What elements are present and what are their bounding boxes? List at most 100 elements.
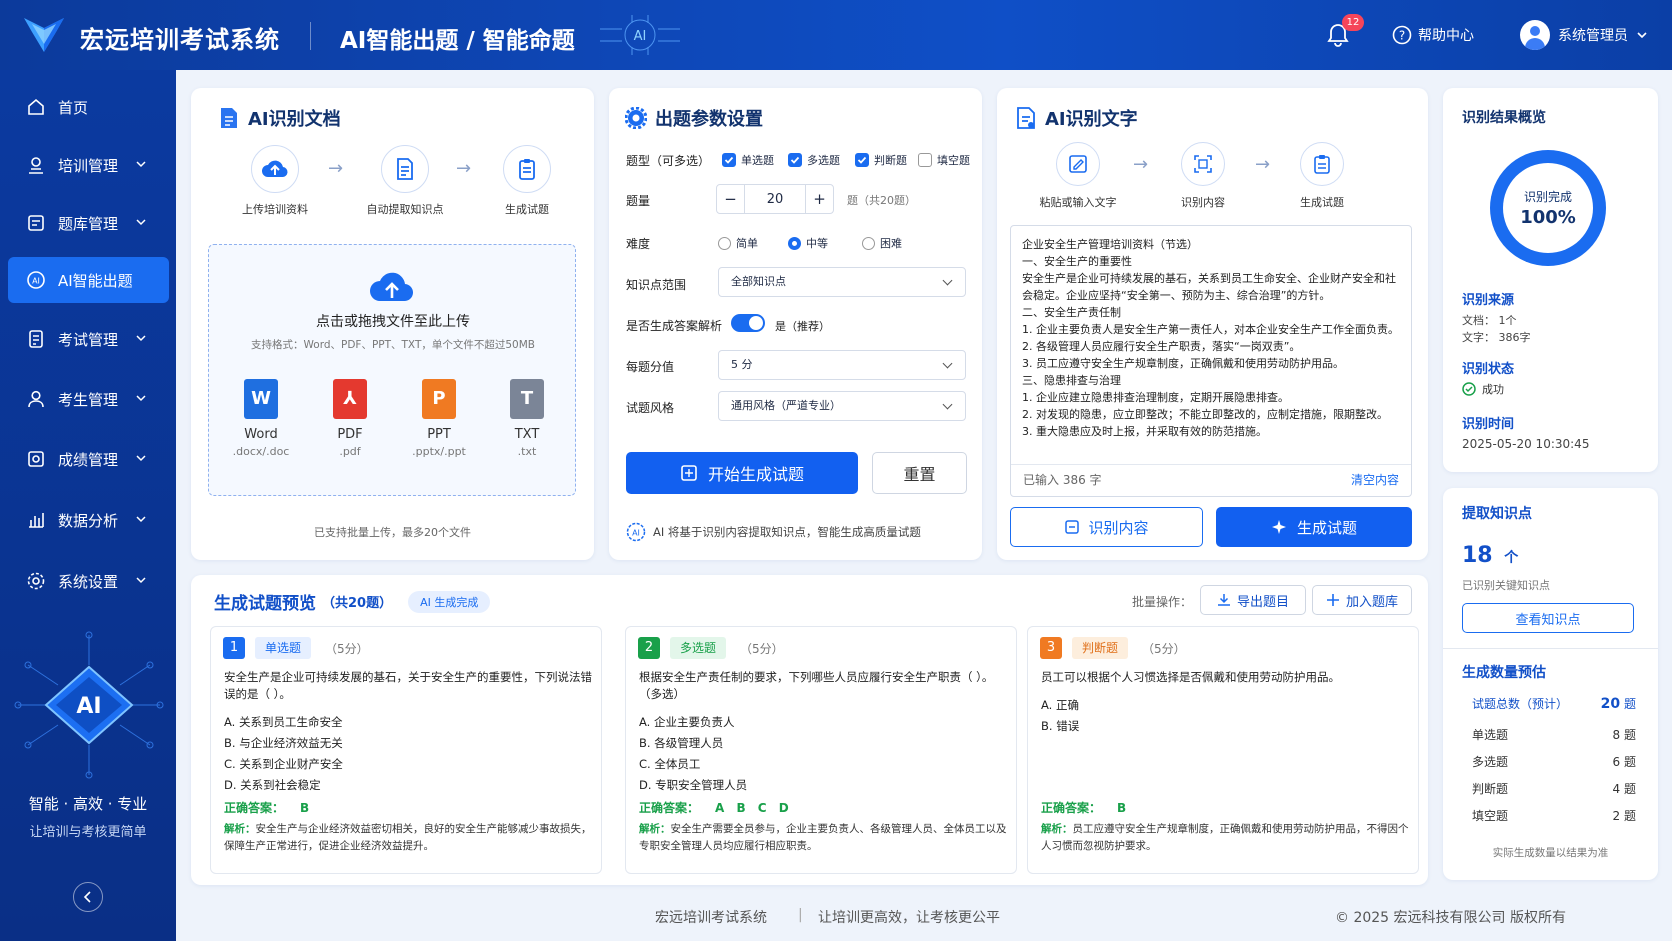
- question-card-1[interactable]: 1 单选题 （5分） 安全生产是企业可持续发展的基石，关于安全生产的重要性，下列…: [210, 626, 602, 874]
- estimate-note: 实际生成数量以结果为准: [1492, 847, 1609, 859]
- sidebar-item-home[interactable]: 首页: [8, 84, 169, 130]
- exam-icon: [29, 330, 43, 348]
- help-center-link[interactable]: ? 帮助中心: [1392, 25, 1474, 45]
- question-card-3[interactable]: 3 判断题 （5分） 员工可以根据个人习惯选择是否佩戴和使用劳动防护用品。 A.…: [1027, 626, 1419, 874]
- knowledge-title: 提取知识点: [1462, 506, 1532, 522]
- status-value: 成功: [1462, 381, 1504, 397]
- chevron-down-icon: [136, 335, 146, 342]
- quantity-stepper[interactable]: − 20 +: [716, 184, 834, 214]
- ai-chip-icon: AI: [600, 15, 680, 55]
- radio-off-icon: [718, 236, 731, 250]
- sidebar-item-label: 题库管理: [58, 214, 119, 233]
- user-book-icon: [29, 157, 43, 174]
- sidebar-item-analytics[interactable]: 数据分析: [8, 497, 169, 543]
- question-number: 3: [1040, 637, 1062, 659]
- file-type-ppt: P PPT .pptx/.ppt: [399, 379, 479, 458]
- difficulty-medium-radio[interactable]: 中等: [788, 235, 828, 251]
- scope-select[interactable]: 全部知识点: [718, 267, 966, 297]
- help-center-label: 帮助中心: [1418, 28, 1474, 44]
- user-menu[interactable]: 系统管理员: [1520, 20, 1648, 50]
- question-explanation: 解析：员工应遵守安全生产规章制度，正确佩戴和使用劳动防护用品，不得因个人习惯而忽…: [1041, 823, 1409, 852]
- question-bank-icon: [28, 215, 44, 231]
- view-knowledge-button[interactable]: 查看知识点: [1462, 603, 1634, 633]
- generate-questions-button[interactable]: 生成试题: [1216, 507, 1412, 547]
- radio-on-icon: [788, 236, 801, 250]
- file-dropzone[interactable]: 点击或拖拽文件至此上传 支持格式：Word、PDF、PPT、TXT，单个文件不超…: [208, 244, 576, 496]
- score-icon: [28, 451, 44, 467]
- analysis-toggle[interactable]: [731, 314, 765, 332]
- style-select[interactable]: 通用风格（严道专业）: [718, 391, 966, 421]
- pdf-icon: ⅄: [333, 379, 367, 419]
- sidebar-item-label: AI智能出题: [58, 271, 133, 290]
- svg-text:AI: AI: [632, 529, 640, 538]
- knowledge-count: 18 个: [1462, 543, 1519, 568]
- chevron-down-icon: [136, 395, 146, 402]
- ai-document-title: AI识别文档: [218, 105, 341, 131]
- question-stem: 根据安全生产责任制的要求，下列哪些人员应履行安全生产职责（ ）。（多选）: [639, 670, 994, 701]
- text-input-area[interactable]: 企业安全生产管理培训资料（节选） 一、安全生产的重要性 安全生产是企业可持续发展…: [1010, 225, 1412, 497]
- ai-complete-badge: AI 生成完成: [408, 590, 491, 613]
- sidebar-item-question-bank[interactable]: 题库管理: [8, 200, 169, 246]
- question-option: D. 专职安全管理人员: [639, 778, 748, 792]
- ai-chip-label: AI: [76, 694, 101, 719]
- difficulty-easy-radio[interactable]: 简单: [718, 235, 758, 251]
- question-option: D. 关系到社会稳定: [224, 778, 321, 792]
- type-judge-checkbox[interactable]: 判断题: [855, 152, 907, 168]
- type-multi-checkbox[interactable]: 多选题: [788, 152, 840, 168]
- scan-icon: [1194, 155, 1212, 173]
- estimate-title: 生成数量预估: [1462, 665, 1546, 681]
- donut-value: 100%: [1520, 207, 1576, 228]
- recognize-content-button[interactable]: 识别内容: [1010, 507, 1203, 547]
- difficulty-hard-radio[interactable]: 困难: [862, 235, 902, 251]
- question-option: B. 错误: [1041, 719, 1080, 733]
- svg-text:AI: AI: [32, 277, 40, 286]
- chevron-down-icon: [136, 577, 146, 584]
- quantity-plus-button[interactable]: +: [805, 185, 833, 213]
- type-fill-checkbox[interactable]: 填空题: [918, 152, 970, 168]
- header-divider: [310, 22, 311, 50]
- page-title: AI智能出题 / 智能命题: [340, 28, 575, 54]
- text-scan-icon: [1017, 107, 1035, 129]
- question-type-tag: 多选题: [670, 637, 727, 659]
- txt-icon: T: [510, 379, 544, 419]
- sidebar-item-settings[interactable]: 系统设置: [8, 558, 169, 604]
- doc-step-upload: 上传培训资料: [225, 145, 325, 217]
- add-to-bank-button[interactable]: 加入题库: [1312, 585, 1412, 615]
- clear-content-link[interactable]: 清空内容: [1351, 472, 1399, 489]
- question-option: A. 企业主要负责人: [639, 715, 735, 729]
- user-name: 系统管理员: [1558, 28, 1628, 44]
- sidebar-collapse-button[interactable]: [73, 882, 103, 912]
- sidebar-item-scores[interactable]: 成绩管理: [8, 436, 169, 482]
- quantity-value[interactable]: 20: [745, 185, 805, 213]
- cloud-upload-icon: [262, 160, 288, 178]
- ppt-icon: P: [422, 379, 456, 419]
- reset-button[interactable]: 重置: [872, 452, 967, 494]
- sidebar-item-examinees[interactable]: 考生管理: [8, 376, 169, 422]
- source-text: 文字： 386字: [1462, 331, 1531, 344]
- analysis-value: 是（推荐）: [775, 320, 830, 333]
- sidebar-item-ai-questions[interactable]: AI AI智能出题: [8, 257, 169, 303]
- chevron-down-icon: [136, 516, 146, 523]
- source-label: 识别来源: [1462, 293, 1515, 308]
- divider: [1443, 648, 1658, 649]
- text-input-content[interactable]: 企业安全生产管理培训资料（节选） 一、安全生产的重要性 安全生产是企业可持续发展…: [1022, 236, 1400, 458]
- start-generate-button[interactable]: 开始生成试题: [626, 452, 858, 494]
- arrow-right-icon: →: [456, 158, 472, 179]
- question-type-label: 题型（可多选）: [626, 154, 711, 168]
- question-type-tag: 判断题: [1072, 637, 1129, 659]
- sparkle-icon: [1271, 520, 1286, 534]
- score-select[interactable]: 5 分: [718, 350, 966, 380]
- question-card-2[interactable]: 2 多选题 （5分） 根据安全生产责任制的要求，下列哪些人员应履行安全生产职责（…: [625, 626, 1017, 874]
- recognition-progress-donut: 识别完成 100%: [1490, 150, 1606, 266]
- bar-chart-icon: [29, 513, 44, 528]
- type-single-checkbox[interactable]: 单选题: [722, 152, 774, 168]
- quantity-minus-button[interactable]: −: [717, 185, 745, 213]
- footer-slogan: 让培训更高效，让考核更公平: [818, 910, 1000, 926]
- avatar: [1520, 20, 1550, 50]
- export-questions-button[interactable]: 导出题目: [1200, 585, 1306, 615]
- sidebar-item-label: 培训管理: [58, 156, 119, 175]
- question-score: （5分）: [1142, 642, 1186, 656]
- sidebar-item-training[interactable]: 培训管理: [8, 142, 169, 188]
- time-label: 识别时间: [1462, 417, 1515, 432]
- sidebar-item-exams[interactable]: 考试管理: [8, 316, 169, 362]
